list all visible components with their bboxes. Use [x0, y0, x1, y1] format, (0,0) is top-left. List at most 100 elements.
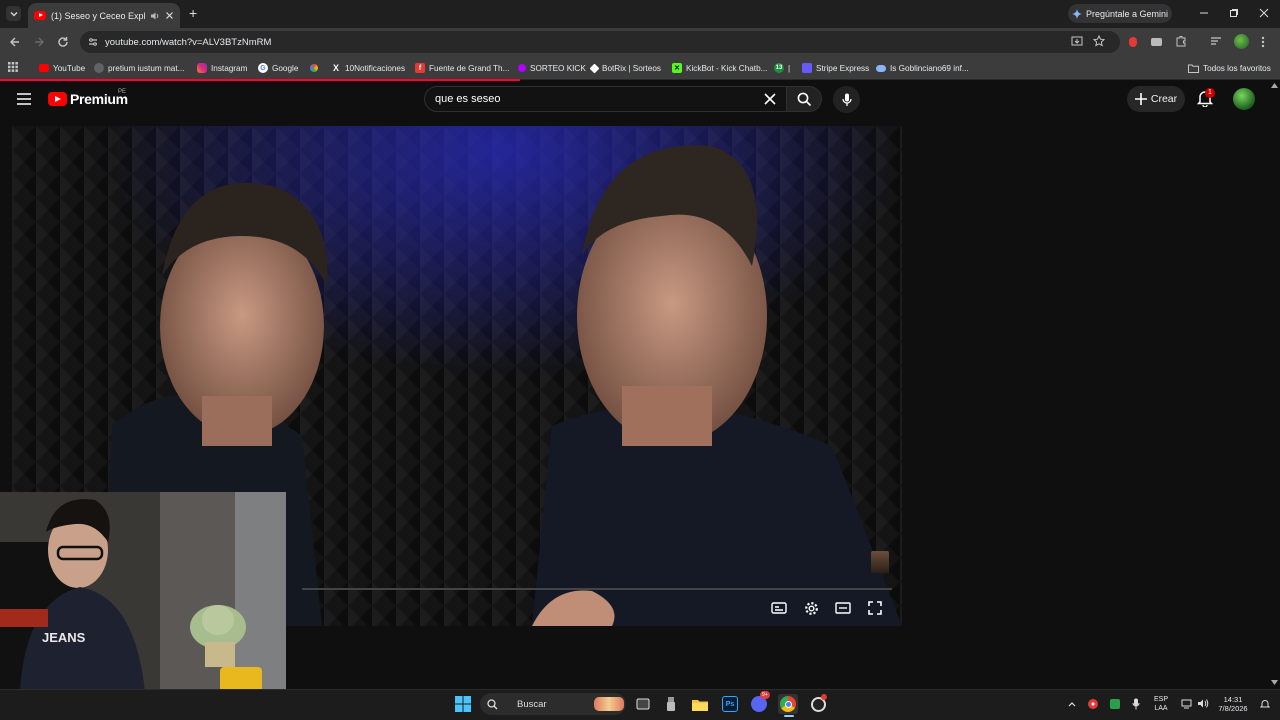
taskbar-app-photoshop[interactable]: Ps — [720, 694, 740, 714]
clear-search-icon[interactable] — [764, 93, 776, 105]
restore-button[interactable] — [1220, 4, 1248, 22]
youtube-logo[interactable]: Premium — [48, 91, 128, 107]
theater-mode-button[interactable] — [834, 600, 852, 616]
install-app-icon[interactable] — [1071, 36, 1083, 47]
bookmark-label: BotRix | Sorteos — [602, 63, 662, 73]
subtitles-button[interactable] — [770, 600, 788, 616]
settings-button[interactable] — [802, 600, 820, 616]
bookmark-kickbot[interactable]: ✕ KickBot - Kick Chatb... — [672, 61, 767, 75]
new-tab-button[interactable]: + — [189, 5, 197, 21]
bookmark-label: Is Goblinciano69 inf... — [890, 63, 969, 73]
extension-red-icon[interactable] — [1129, 37, 1137, 47]
hamburger-menu-icon[interactable] — [17, 93, 31, 105]
extension-gray-icon[interactable] — [1151, 38, 1162, 46]
bookmark-colorful[interactable] — [310, 61, 318, 75]
apps-grid-icon[interactable] — [8, 62, 18, 72]
bookmark-pretium[interactable]: pretium iustum mat... — [94, 61, 184, 75]
tray-mic-icon[interactable] — [1132, 698, 1140, 710]
reload-icon — [58, 37, 68, 47]
extensions-puzzle-icon[interactable] — [1175, 35, 1187, 47]
bookmark-13[interactable]: 13 | — [774, 61, 790, 75]
taskbar-app-obs[interactable] — [808, 694, 828, 714]
colorful-icon — [310, 64, 318, 72]
bookmark-10notificaciones[interactable]: X 10Notificaciones — [331, 61, 405, 75]
region-code: PE — [118, 89, 127, 95]
start-button[interactable] — [453, 694, 473, 714]
clock-time: 14:31 — [1223, 695, 1243, 704]
scroll-up-icon[interactable] — [1271, 83, 1278, 88]
minimize-button[interactable] — [1190, 4, 1218, 22]
ask-gemini-button[interactable]: Pregúntale a Gemini — [1068, 4, 1172, 23]
reload-button[interactable] — [54, 33, 72, 51]
notifications-button[interactable]: 1 — [1196, 88, 1215, 108]
photoshop-icon: Ps — [722, 696, 738, 712]
more-menu-icon[interactable] — [1261, 36, 1265, 48]
taskbar-app-discord[interactable]: 9+ — [749, 691, 770, 714]
notification-center-icon[interactable] — [1260, 699, 1270, 709]
close-window-button[interactable] — [1250, 4, 1278, 22]
channel-watermark[interactable] — [871, 551, 889, 573]
search-input[interactable]: que es seseo — [424, 86, 788, 112]
bookmark-all-favorites[interactable]: Todos los favoritos — [1188, 61, 1271, 75]
bookmark-youtube[interactable]: YouTube — [39, 61, 85, 75]
gemini-label: Pregúntale a Gemini — [1085, 8, 1169, 19]
scroll-down-icon[interactable] — [1271, 680, 1278, 685]
folder-explorer-icon — [692, 699, 708, 711]
address-url: youtube.com/watch?v=ALV3BTzNmRM — [105, 36, 272, 48]
browser-tab-active[interactable]: (1) Seseo y Ceceo Explicado — [28, 3, 180, 28]
bookmark-label: 10Notificaciones — [345, 63, 406, 73]
chevron-down-icon — [10, 11, 17, 16]
bookmark-fuente-gta[interactable]: f Fuente de Grand Th... — [415, 61, 509, 75]
search-highlight-icon — [594, 697, 624, 711]
clock[interactable]: 14:31 7/8/2026 — [1213, 695, 1253, 713]
speaker-icon[interactable] — [150, 11, 160, 21]
youtube-icon — [39, 64, 49, 72]
close-tab-icon[interactable] — [165, 11, 174, 20]
tray-app-shield-icon[interactable] — [1110, 699, 1120, 709]
tray-app-red-icon[interactable] — [1088, 699, 1098, 709]
taskbar-search-icon — [487, 699, 498, 710]
fullscreen-button[interactable] — [866, 600, 884, 616]
bookmark-google[interactable]: G Google — [258, 61, 298, 75]
bookmark-label: YouTube — [53, 63, 86, 73]
bookmark-goblinciano[interactable]: Is Goblinciano69 inf... — [876, 61, 969, 75]
voice-search-button[interactable] — [833, 86, 860, 113]
account-avatar[interactable] — [1233, 88, 1255, 110]
task-view-button[interactable] — [633, 694, 653, 714]
taskbar-app-chrome[interactable] — [778, 694, 798, 714]
taskbar-app-usb[interactable] — [661, 694, 681, 714]
bookmark-sorteo-kick[interactable]: SORTEO KICK — [518, 61, 586, 75]
language-indicator[interactable]: ESP LAA — [1151, 695, 1171, 713]
youtube-play-logo-icon — [48, 92, 67, 106]
kick-icon — [518, 64, 526, 72]
bookmark-label: | — [788, 63, 791, 73]
create-label: Crear — [1150, 93, 1178, 105]
bookmark-star-icon[interactable] — [1093, 35, 1105, 47]
site-info-icon[interactable] — [88, 37, 98, 47]
search-icon — [797, 92, 811, 106]
bookmark-instagram[interactable]: Instagram — [197, 61, 247, 75]
tab-search-button[interactable] — [6, 6, 21, 21]
bookmark-label: SORTEO KICK — [530, 63, 586, 73]
discord-badge: 9+ — [760, 691, 770, 699]
bookmark-stripe-express[interactable]: Stripe Express — [802, 61, 869, 75]
usb-drive-icon — [667, 697, 675, 711]
gemini-sparkle-icon — [1071, 8, 1082, 19]
network-icon[interactable] — [1181, 699, 1192, 709]
bookmark-botrix[interactable]: BotRix | Sorteos — [589, 61, 662, 75]
back-button[interactable] — [6, 33, 24, 51]
volume-icon[interactable] — [1197, 698, 1209, 709]
forward-button[interactable] — [30, 33, 48, 51]
show-hidden-icons-icon[interactable] — [1068, 701, 1076, 707]
bookmark-label: KickBot - Kick Chatb... — [686, 63, 768, 73]
search-button[interactable] — [786, 86, 822, 112]
gear-icon — [804, 601, 818, 615]
folder-icon — [1188, 64, 1199, 73]
bookmark-label: Instagram — [211, 63, 248, 73]
reading-list-icon[interactable] — [1210, 36, 1222, 46]
address-bar[interactable]: youtube.com/watch?v=ALV3BTzNmRM — [80, 31, 1120, 53]
taskbar-app-explorer[interactable] — [690, 694, 710, 714]
bookmark-label: Google — [272, 63, 299, 73]
create-button[interactable]: Crear — [1127, 86, 1185, 112]
profile-avatar[interactable] — [1234, 34, 1249, 49]
